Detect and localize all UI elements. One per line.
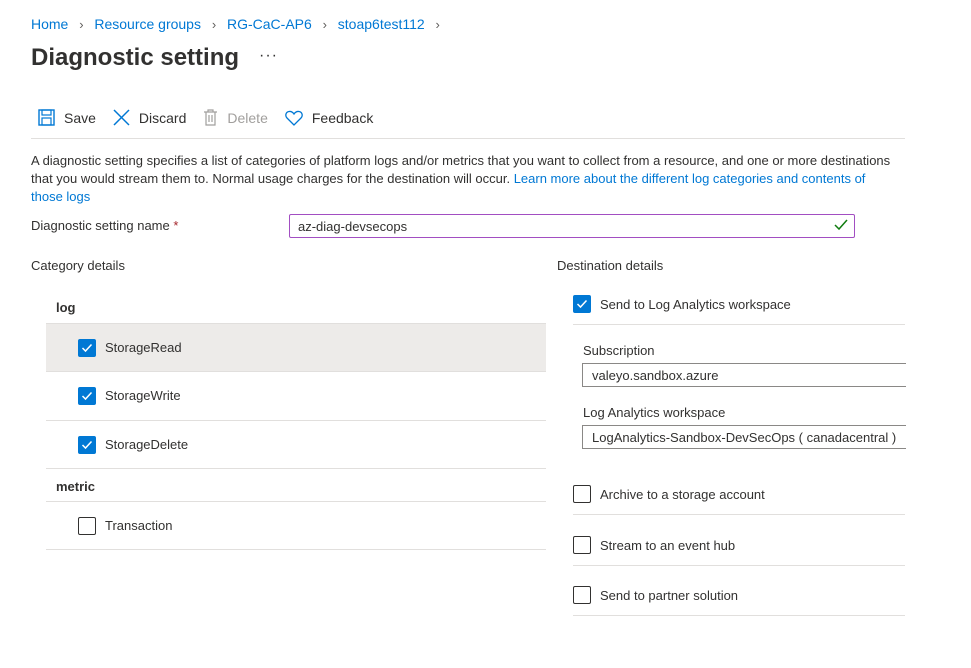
storagedelete-checkbox[interactable] xyxy=(78,435,96,454)
storagewrite-label: StorageWrite xyxy=(105,388,181,403)
setting-name-label: Diagnostic setting name * xyxy=(31,218,178,233)
transaction-checkbox[interactable] xyxy=(78,516,96,535)
log-group-header: log xyxy=(56,300,76,315)
divider xyxy=(573,565,905,566)
checkmark-icon xyxy=(81,343,93,352)
divider xyxy=(573,324,905,325)
breadcrumb-resource-groups[interactable]: Resource groups xyxy=(94,16,201,32)
setting-name-value: az-diag-devsecops xyxy=(298,218,408,234)
partner-solution-checkbox[interactable] xyxy=(573,586,591,604)
checkmark-icon xyxy=(576,299,588,309)
toolbar-divider xyxy=(31,138,905,139)
event-hub-option[interactable]: Stream to an event hub xyxy=(573,535,905,555)
divider xyxy=(46,468,546,469)
discard-button[interactable]: Discard xyxy=(113,109,186,126)
storagewrite-checkbox[interactable] xyxy=(78,386,96,405)
event-hub-checkbox[interactable] xyxy=(573,536,591,554)
valid-check-icon xyxy=(834,219,848,231)
delete-label: Delete xyxy=(227,109,268,126)
chevron-right-icon: › xyxy=(211,16,217,32)
destination-details-title: Destination details xyxy=(557,258,664,273)
close-icon xyxy=(113,109,130,126)
save-button[interactable]: Save xyxy=(38,109,96,126)
log-analytics-option[interactable]: Send to Log Analytics workspace xyxy=(573,294,905,314)
chevron-right-icon: › xyxy=(322,16,327,32)
checkmark-icon xyxy=(81,391,93,400)
workspace-dropdown[interactable]: LogAnalytics-Sandbox-DevSecOps ( canadac… xyxy=(582,425,906,449)
category-row-storagedelete[interactable]: StorageDelete xyxy=(46,421,546,468)
subscription-dropdown[interactable]: valeyo.sandbox.azure xyxy=(582,363,906,387)
subscription-value: valeyo.sandbox.azure xyxy=(592,367,719,383)
setting-name-input[interactable]: az-diag-devsecops xyxy=(289,214,855,238)
subscription-label: Subscription xyxy=(583,343,655,358)
save-icon xyxy=(38,109,55,126)
delete-button[interactable]: Delete xyxy=(203,109,268,126)
storage-account-option[interactable]: Archive to a storage account xyxy=(573,484,905,504)
divider xyxy=(46,549,546,550)
metric-group-header: metric xyxy=(56,479,96,494)
breadcrumb: Home › Resource groups › RG-CaC-AP6 › st… xyxy=(31,16,451,32)
category-row-storageread[interactable]: StorageRead xyxy=(46,324,546,371)
setting-name-label-text: Diagnostic setting name xyxy=(31,218,170,233)
discard-label: Discard xyxy=(138,109,187,126)
storageread-checkbox[interactable] xyxy=(78,338,96,357)
breadcrumb-resource-group[interactable]: RG-CaC-AP6 xyxy=(227,16,312,32)
storagedelete-label: StorageDelete xyxy=(105,437,189,452)
description: A diagnostic setting specifies a list of… xyxy=(31,152,891,206)
partner-solution-label: Send to partner solution xyxy=(600,587,739,603)
transaction-label: Transaction xyxy=(105,518,173,533)
chevron-right-icon: › xyxy=(435,16,440,32)
event-hub-label: Stream to an event hub xyxy=(600,537,736,553)
heart-icon xyxy=(285,110,303,126)
trash-icon xyxy=(204,109,218,126)
category-row-transaction[interactable]: Transaction xyxy=(46,502,546,549)
log-analytics-checkbox[interactable] xyxy=(573,295,591,313)
storage-account-checkbox[interactable] xyxy=(573,485,591,503)
divider xyxy=(573,615,905,616)
category-details-title: Category details xyxy=(31,258,125,273)
chevron-right-icon: › xyxy=(79,16,84,32)
category-row-storagewrite[interactable]: StorageWrite xyxy=(46,372,546,419)
breadcrumb-storage-account[interactable]: stoap6test112 xyxy=(338,16,425,32)
workspace-label: Log Analytics workspace xyxy=(583,405,726,420)
divider xyxy=(573,514,905,515)
more-options-button[interactable]: ··· xyxy=(259,47,278,65)
feedback-button[interactable]: Feedback xyxy=(285,110,373,126)
required-marker: * xyxy=(173,218,179,233)
save-label: Save xyxy=(64,109,96,126)
storage-account-label: Archive to a storage account xyxy=(600,486,765,502)
feedback-label: Feedback xyxy=(311,109,374,126)
breadcrumb-home[interactable]: Home xyxy=(31,16,68,32)
log-analytics-label: Send to Log Analytics workspace xyxy=(600,296,791,312)
page-title: Diagnostic setting xyxy=(31,44,240,71)
workspace-value: LogAnalytics-Sandbox-DevSecOps ( canadac… xyxy=(592,429,897,445)
checkmark-icon xyxy=(81,440,93,449)
command-bar: Save Discard Delete Feedback xyxy=(38,109,390,126)
partner-solution-option[interactable]: Send to partner solution xyxy=(573,585,905,605)
storageread-label: StorageRead xyxy=(105,340,182,355)
